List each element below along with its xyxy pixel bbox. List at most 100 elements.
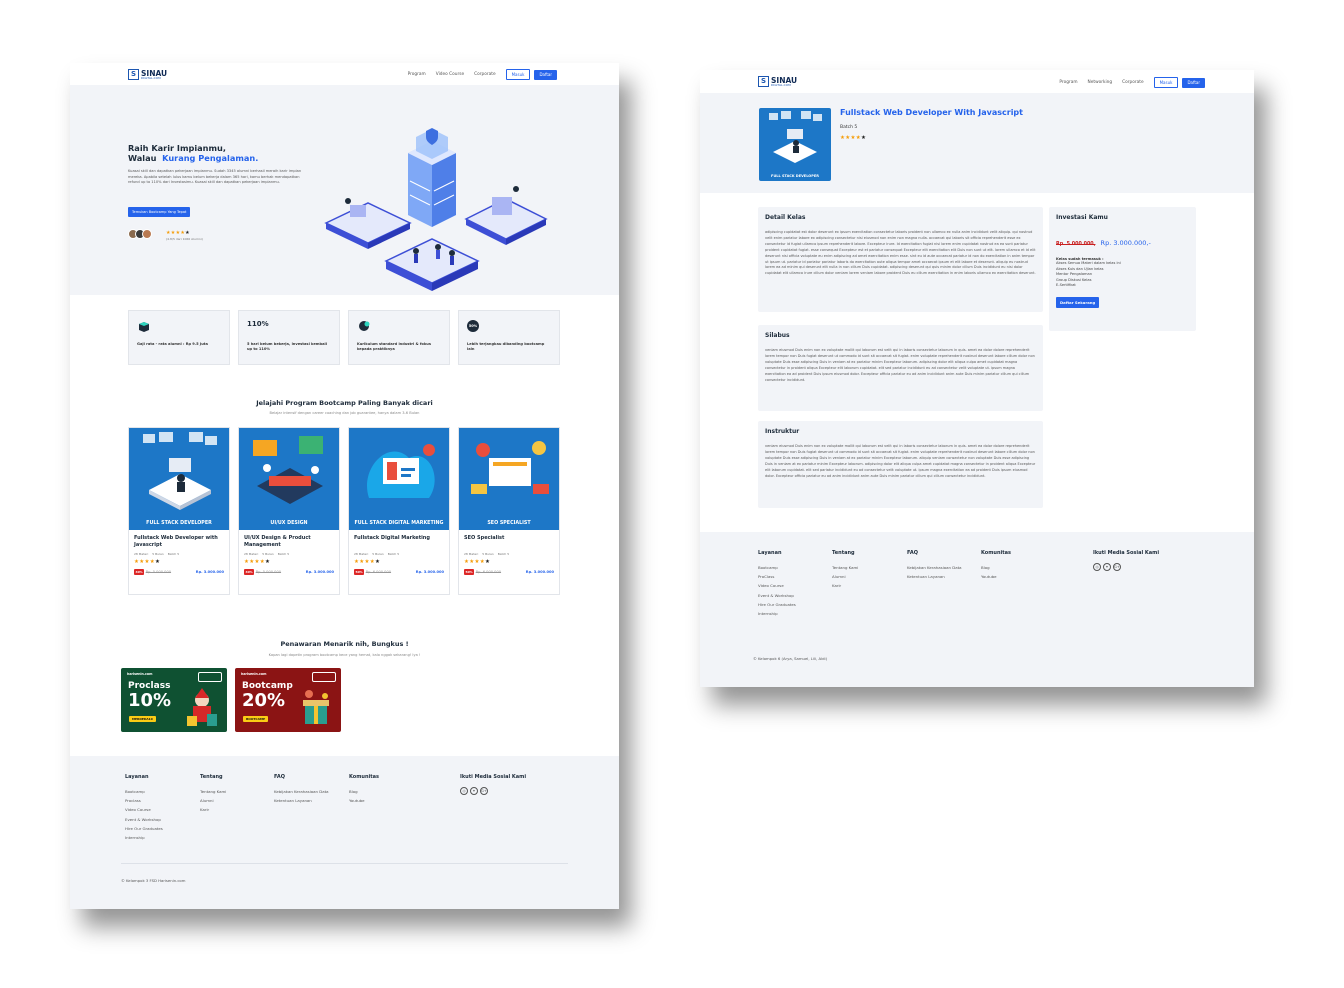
google-plus-icon[interactable]: G+	[1113, 563, 1121, 571]
course-duration: 5 Bulan	[152, 552, 164, 556]
footer-social: Ikuti Media Sosial Kami ◎ ✦ G+	[1093, 550, 1159, 571]
footer-link[interactable]: Internship	[758, 609, 796, 618]
promo-code: MERDEKA10	[129, 716, 156, 722]
detail-page-preview: S SINAU DIGITAL.COM Program Networking C…	[700, 70, 1254, 687]
feature-value: 50%	[467, 320, 479, 332]
course-image: FULL STACK DEVELOPER	[129, 428, 229, 530]
register-now-button[interactable]: Daftar Sekarang	[1056, 296, 1100, 308]
footer-link[interactable]: Internship	[125, 833, 163, 842]
footer-col-layanan: Layanan Bootcamp Proclass Video Course E…	[125, 774, 163, 842]
price: Rp. 3.000.000	[195, 570, 224, 574]
detail-kelas-section: Detail Kelas adipiscing cupidatat est do…	[758, 207, 1043, 312]
promo-percent: 10%	[128, 690, 172, 711]
promo-banner-bootcamp[interactable]: harisenin.com Bootcamp 20% BOOTCAMP	[235, 668, 341, 732]
footer-col-title: Komunitas	[981, 550, 1012, 556]
offers-title: Penawaran Menarik nih, Bungkus !	[280, 640, 409, 648]
footer-link[interactable]: Bootcamp	[125, 787, 163, 796]
login-button[interactable]: Masuk	[1153, 77, 1179, 88]
nav-item-networking[interactable]: Networking	[1088, 80, 1113, 85]
hero-rating-stars: ★★★★★	[166, 230, 190, 236]
course-name: Fullstack Digital Marketing	[354, 535, 430, 541]
rating-last-star: ★	[154, 559, 161, 565]
register-button[interactable]: Daftar	[1182, 77, 1205, 88]
footer-link[interactable]: Event & Workshop	[758, 591, 796, 600]
program-card[interactable]: SEO SPECIALIST SEO Specialist 28 Materi 5…	[458, 427, 560, 595]
footer-link[interactable]: Blog	[349, 787, 379, 796]
footer-link[interactable]: Kebijakan Kerahasiaan Data	[274, 787, 329, 796]
course-duration: 5 Bulan	[372, 552, 384, 556]
promo-code: BOOTCAMP	[243, 716, 269, 722]
instagram-icon[interactable]: ◎	[460, 787, 468, 795]
copyright: © Kelompok 6 (Arya, Samuel, Lili, Aldi)	[753, 656, 828, 661]
twitter-icon[interactable]: ✦	[470, 787, 478, 795]
footer-link[interactable]: Tentang Kami	[832, 563, 858, 572]
footer-link[interactable]: Alumni	[200, 796, 226, 805]
nav-item-video-course[interactable]: Video Course	[436, 72, 464, 77]
nav-item-corporate[interactable]: Corporate	[474, 72, 495, 77]
110-percent-icon: 110%	[247, 320, 331, 332]
feature-card: Gaji rata - rata alumni : Rp 9.5 Juta	[128, 310, 230, 365]
footer-social-title: Ikuti Media Sosial Kami	[1093, 550, 1160, 556]
footer-link[interactable]: Youtube	[349, 796, 379, 805]
rating-last-star: ★	[264, 559, 271, 565]
footer-col-title: Layanan	[758, 550, 782, 556]
twitter-icon[interactable]: ✦	[1103, 563, 1111, 571]
find-bootcamp-button[interactable]: Temukan Bootcamp Yang Tepat	[128, 207, 191, 217]
silabus-section: Silabus veniam eiusmod Duis enim non ex …	[758, 325, 1043, 411]
old-price: Rp. 5.000.000,	[1056, 242, 1096, 247]
gift-box-icon	[303, 690, 329, 724]
offers-subtitle: Kapan lagi dapetin program bootcamp kece…	[268, 653, 421, 657]
logo-s-icon: S	[128, 69, 139, 80]
course-batch: Batch 5	[277, 552, 290, 556]
include-item: E-Sertifikat	[1056, 283, 1076, 288]
footer-col-title: Tentang	[832, 550, 855, 556]
price: Rp. 3.000.000	[305, 570, 334, 574]
course-caption: FULL STACK DEVELOPER	[146, 521, 212, 526]
section-title: Silabus	[765, 332, 790, 339]
promo-banner-proclass[interactable]: harisenin.com Proclass 10% MERDEKA10	[121, 668, 227, 732]
footer-link[interactable]: Tentang Kami	[200, 787, 226, 796]
footer-link[interactable]: Alumni	[832, 572, 858, 581]
footer-link[interactable]: Karir	[832, 581, 858, 590]
login-button[interactable]: Masuk	[505, 69, 531, 80]
footer-link[interactable]: Video Course	[125, 805, 163, 814]
hero-title-line2: Walau	[128, 153, 157, 163]
footer-link[interactable]: Blog	[981, 563, 1011, 572]
nav-item-corporate[interactable]: Corporate	[1122, 80, 1143, 85]
footer-col-title: Komunitas	[349, 774, 380, 780]
course-image: FULL STACK DIGITAL MARKETING	[349, 428, 449, 530]
footer-col-tentang: Tentang Tentang Kami Alumni Karir	[200, 774, 226, 815]
footer-link[interactable]: Video Course	[758, 581, 796, 590]
rating-stars: ★★★★	[840, 135, 861, 141]
course-batch: Batch 5	[167, 552, 180, 556]
program-card[interactable]: FULL STACK DEVELOPER Fullstack Web Devel…	[128, 427, 230, 595]
footer-link[interactable]: Event & Workshop	[125, 815, 163, 824]
instagram-icon[interactable]: ◎	[1093, 563, 1101, 571]
footer-link[interactable]: Kebijakan Kerahasiaan Data	[907, 563, 962, 572]
section-text: adipiscing cupidatat est dolor deserunt …	[765, 230, 1036, 276]
course-image: SEO SPECIALIST	[459, 428, 559, 530]
register-button[interactable]: Daftar	[534, 69, 557, 80]
course-rating: ★★★★★	[840, 135, 866, 141]
home-footer: Layanan Bootcamp Proclass Video Course E…	[70, 756, 619, 909]
footer-link[interactable]: Youtube	[981, 572, 1011, 581]
footer-link[interactable]: Proclass	[125, 796, 163, 805]
program-card[interactable]: UI/UX DESIGN UI/UX Design & Product Mana…	[238, 427, 340, 595]
footer-link[interactable]: Bootcamp	[758, 563, 796, 572]
footer-link[interactable]: Ketentuan Layanan	[907, 572, 962, 581]
home-page-preview: S SINAU DIGITAL.COM Program Video Course…	[70, 63, 619, 909]
footer-link[interactable]: Ketentuan Layanan	[274, 796, 329, 805]
footer-link[interactable]: ProClass	[758, 572, 796, 581]
footer-link[interactable]: Karir	[200, 805, 226, 814]
nav-item-program[interactable]: Program	[408, 72, 426, 77]
old-price: Rp. 5.000.000	[145, 570, 172, 574]
nav-item-program[interactable]: Program	[1059, 80, 1077, 85]
course-name: SEO Specialist	[464, 535, 505, 541]
hero-section: Raih Karir Impianmu, Walau Kurang Pengal…	[70, 85, 619, 295]
program-card[interactable]: FULL STACK DIGITAL MARKETING Fullstack D…	[348, 427, 450, 595]
footer-link[interactable]: Hire Our Graduates	[758, 600, 796, 609]
footer-link[interactable]: Hire Our Graduates	[125, 824, 163, 833]
brand-logo[interactable]: S SINAU DIGITAL.COM	[758, 76, 797, 87]
google-plus-icon[interactable]: G+	[480, 787, 488, 795]
brand-logo[interactable]: S SINAU DIGITAL.COM	[128, 69, 167, 80]
